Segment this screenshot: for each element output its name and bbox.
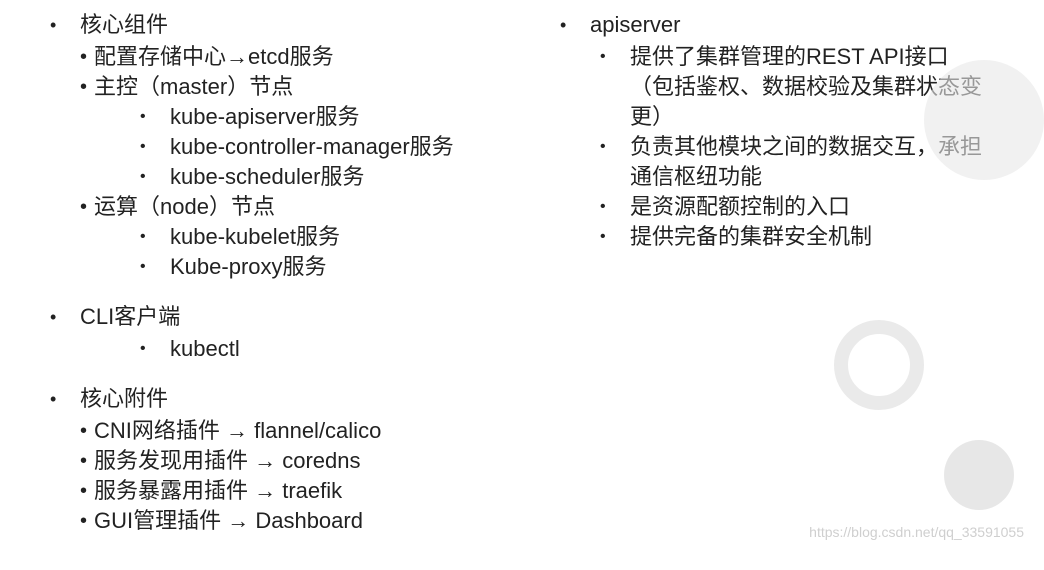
bullet-icon: •	[140, 162, 170, 192]
list-item: • CNI网络插件 → flannel/calico	[50, 416, 540, 446]
bullet-icon: •	[80, 446, 94, 476]
list-item: • kubectl	[50, 334, 540, 364]
bullet-icon: •	[50, 384, 80, 414]
bullet-icon: •	[80, 416, 94, 446]
decorative-circle-small	[944, 440, 1014, 510]
bullet-icon: •	[80, 192, 94, 222]
item-text: kube-controller-manager服务	[170, 132, 454, 162]
bullet-icon: •	[80, 72, 94, 102]
list-item: • apiserver	[560, 10, 1020, 40]
list-item: • 是资源配额控制的入口	[560, 192, 1020, 222]
list-item: • 核心附件	[50, 384, 540, 414]
item-text: CLI客户端	[80, 302, 180, 332]
item-text: kube-kubelet服务	[170, 222, 340, 252]
list-item: • 主控（master）节点	[50, 72, 540, 102]
bullet-icon: •	[600, 132, 630, 162]
list-item: • 服务发现用插件 → coredns	[50, 446, 540, 476]
item-text: kubectl	[170, 334, 240, 364]
decorative-circle	[924, 60, 1044, 180]
list-item: • 配置存储中心→etcd服务	[50, 42, 540, 72]
list-item: • kube-controller-manager服务	[50, 132, 540, 162]
bullet-icon: •	[50, 10, 80, 40]
bullet-icon: •	[600, 42, 630, 72]
bullet-icon: •	[140, 334, 170, 364]
content-columns: • 核心组件 • 配置存储中心→etcd服务 • 主控（master）节点 • …	[0, 10, 1044, 536]
item-text: GUI管理插件 → Dashboard	[94, 506, 363, 536]
item-text: Kube-proxy服务	[170, 252, 327, 282]
bullet-icon: •	[600, 222, 630, 252]
list-item: • CLI客户端	[50, 302, 540, 332]
item-text: 提供完备的集群安全机制	[630, 222, 872, 252]
bullet-icon: •	[140, 132, 170, 162]
item-text: 是资源配额控制的入口	[630, 192, 850, 222]
list-item: • GUI管理插件 → Dashboard	[50, 506, 540, 536]
bullet-icon: •	[50, 302, 80, 332]
decorative-ring	[834, 320, 924, 410]
left-column: • 核心组件 • 配置存储中心→etcd服务 • 主控（master）节点 • …	[0, 10, 540, 536]
item-text: 核心组件	[80, 10, 168, 40]
item-text: 服务发现用插件 → coredns	[94, 446, 361, 476]
list-item: • kube-apiserver服务	[50, 102, 540, 132]
bullet-icon: •	[80, 42, 94, 72]
bullet-icon: •	[140, 222, 170, 252]
item-text: kube-scheduler服务	[170, 162, 364, 192]
list-item: • kube-scheduler服务	[50, 162, 540, 192]
list-item: • Kube-proxy服务	[50, 252, 540, 282]
list-item: • 提供完备的集群安全机制	[560, 222, 1020, 252]
bullet-icon: •	[80, 476, 94, 506]
bullet-icon: •	[560, 10, 590, 40]
item-text: 运算（node）节点	[94, 192, 275, 222]
item-text: 主控（master）节点	[94, 72, 293, 102]
item-text: apiserver	[590, 10, 680, 40]
item-text: CNI网络插件 → flannel/calico	[94, 416, 381, 446]
item-text: 配置存储中心→etcd服务	[94, 42, 334, 72]
list-item: • 运算（node）节点	[50, 192, 540, 222]
watermark-text: https://blog.csdn.net/qq_33591055	[809, 524, 1024, 540]
item-text: 服务暴露用插件 → traefik	[94, 476, 342, 506]
item-text: 核心附件	[80, 384, 168, 414]
list-item: • kube-kubelet服务	[50, 222, 540, 252]
bullet-icon: •	[140, 102, 170, 132]
bullet-icon: •	[80, 506, 94, 536]
bullet-icon: •	[140, 252, 170, 282]
list-item: • 服务暴露用插件 → traefik	[50, 476, 540, 506]
list-item: • 核心组件	[50, 10, 540, 40]
item-text: kube-apiserver服务	[170, 102, 360, 132]
bullet-icon: •	[600, 192, 630, 222]
